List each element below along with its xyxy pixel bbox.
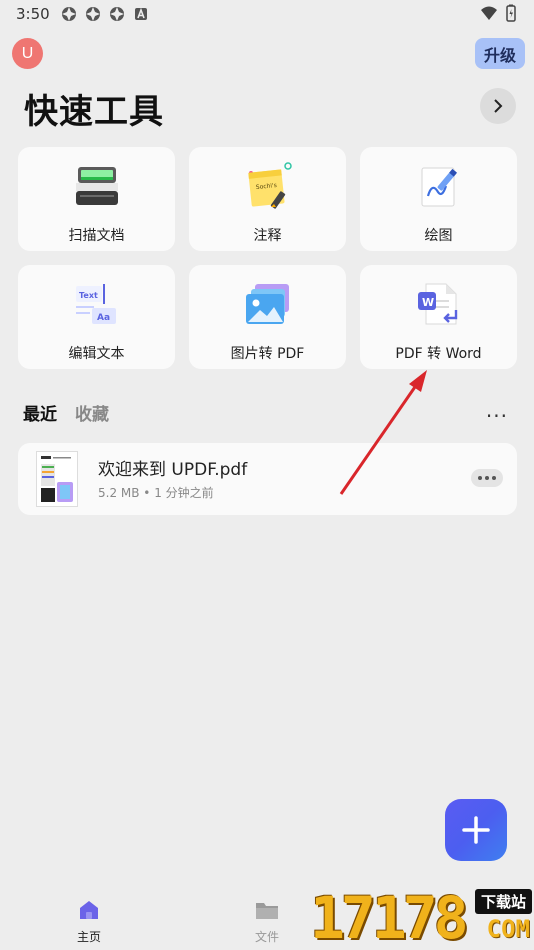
word-icon-label: W xyxy=(422,296,434,309)
dot-icon xyxy=(492,476,496,480)
upgrade-button[interactable]: 升级 xyxy=(475,38,525,69)
nav-files-label: 文件 xyxy=(254,930,279,944)
file-name: 欢迎来到 UPDF.pdf xyxy=(98,460,248,480)
tool-image-to-pdf[interactable]: 图片转 PDF xyxy=(189,265,346,369)
tool-label: 图片转 PDF xyxy=(230,346,305,362)
tool-edit-text[interactable]: Text Aa 编辑文本 xyxy=(18,265,175,369)
tool-pdf-to-word[interactable]: W PDF 转 Word xyxy=(360,265,517,369)
tool-scan-document[interactable]: 扫描文档 xyxy=(18,147,175,251)
status-time: 3:50 xyxy=(16,5,50,23)
file-list-item[interactable]: 欢迎来到 UPDF.pdf 5.2 MB • 1 分钟之前 xyxy=(18,443,517,515)
app-notification-icon xyxy=(85,7,100,21)
add-button[interactable] xyxy=(445,799,507,861)
watermark-digits: 17178 xyxy=(310,884,469,950)
tool-label: 编辑文本 xyxy=(68,346,125,362)
tool-label: PDF 转 Word xyxy=(395,346,482,362)
tool-annotate[interactable]: Sochi's 注释 xyxy=(189,147,346,251)
nav-home[interactable]: 主页 xyxy=(59,898,119,945)
quick-tools-more-button[interactable] xyxy=(480,88,516,124)
edit-text-icon: Text Aa xyxy=(70,279,124,331)
site-watermark: 17178 下载站 COM xyxy=(306,885,534,950)
image-to-pdf-icon xyxy=(241,279,295,331)
a-badge-icon xyxy=(134,7,147,20)
tab-recent[interactable]: 最近 xyxy=(23,400,57,425)
app-notification-icon xyxy=(61,7,76,21)
aa-icon-label: Aa xyxy=(97,313,110,323)
draw-pen-icon xyxy=(412,161,466,213)
watermark-tag: 下载站 xyxy=(474,889,532,914)
tab-favorites[interactable]: 收藏 xyxy=(75,400,109,425)
tool-label: 扫描文档 xyxy=(68,228,125,244)
file-meta: 5.2 MB • 1 分钟之前 xyxy=(98,486,214,500)
dot-icon xyxy=(478,476,482,480)
text-icon-label: Text xyxy=(79,291,98,300)
sticky-note-icon: Sochi's xyxy=(241,161,295,213)
file-more-button[interactable] xyxy=(471,469,503,487)
home-icon xyxy=(80,901,98,919)
battery-icon xyxy=(506,4,516,22)
chevron-right-icon xyxy=(494,99,503,113)
file-thumbnail xyxy=(36,451,78,507)
plus-icon xyxy=(462,816,490,844)
recent-tabs: 最近 收藏 xyxy=(23,400,109,425)
watermark-suffix: COM xyxy=(486,915,530,943)
wifi-icon xyxy=(481,6,497,20)
tool-label: 注释 xyxy=(253,228,282,244)
app-notification-icon xyxy=(109,7,124,21)
pdf-to-word-icon: W xyxy=(412,279,466,331)
scanner-icon xyxy=(70,161,124,213)
page-title: 快速工具 xyxy=(24,92,164,132)
tool-draw[interactable]: 绘图 xyxy=(360,147,517,251)
dot-icon xyxy=(485,476,489,480)
nav-home-label: 主页 xyxy=(76,930,101,944)
recent-more-button[interactable]: ... xyxy=(486,398,508,422)
quick-tools-grid: 扫描文档 Sochi's 注释 绘图 Text Aa 编辑文本 图片转 PDF … xyxy=(18,147,517,369)
status-bar: 3:50 xyxy=(0,0,534,28)
tool-label: 绘图 xyxy=(424,228,453,244)
nav-files[interactable]: 文件 xyxy=(237,898,297,945)
annotation-arrow-icon xyxy=(339,370,427,495)
user-avatar[interactable]: U xyxy=(12,38,43,69)
folder-icon xyxy=(256,903,278,919)
